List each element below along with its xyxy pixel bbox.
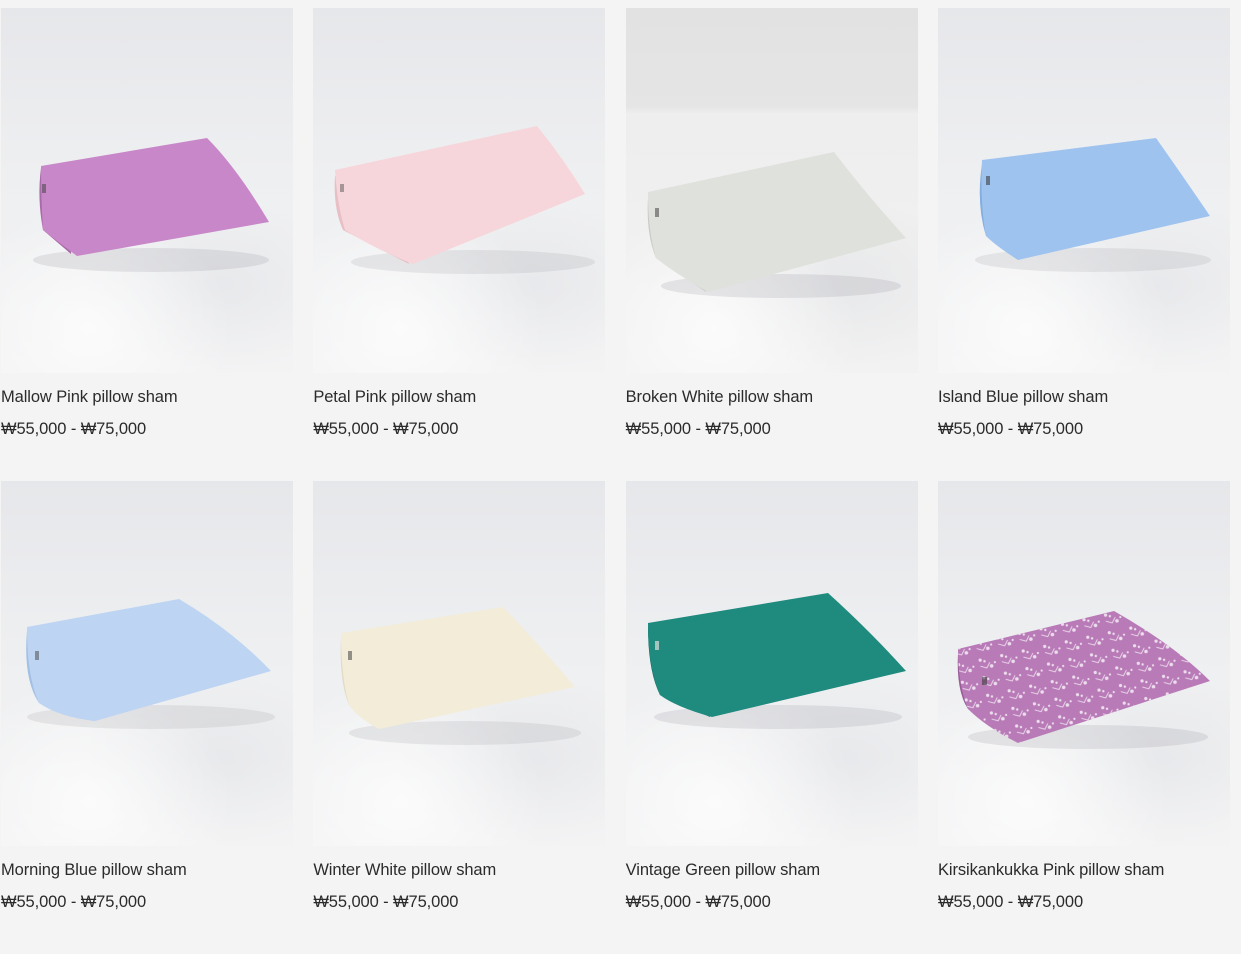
- product-card[interactable]: Morning Blue pillow sham ₩55,000 - ₩75,0…: [1, 481, 293, 954]
- product-image[interactable]: [313, 8, 606, 373]
- product-price: ₩55,000 - ₩75,000: [313, 420, 459, 438]
- pillow-illustration: [974, 138, 1211, 272]
- product-name[interactable]: Mallow Pink pillow sham: [1, 387, 293, 407]
- product-price: ₩55,000 - ₩75,000: [1, 420, 147, 438]
- product-image[interactable]: [625, 8, 918, 373]
- product-card[interactable]: Petal Pink pillow sham ₩55,000 - ₩75,000: [313, 8, 606, 481]
- pillow-illustration: [340, 607, 582, 745]
- pillow-illustration: [647, 152, 906, 298]
- product-name[interactable]: Broken White pillow sham: [626, 387, 918, 407]
- product-image[interactable]: [937, 8, 1230, 373]
- pillow-illustration: [957, 611, 1210, 749]
- product-card[interactable]: Vintage Green pillow sham ₩55,000 - ₩75,…: [625, 481, 918, 954]
- product-image[interactable]: [937, 481, 1230, 846]
- product-grid: Mallow Pink pillow sham ₩55,000 - ₩75,00…: [1, 8, 1230, 954]
- product-price: ₩55,000 - ₩75,000: [937, 893, 1084, 911]
- product-name[interactable]: Island Blue pillow sham: [938, 387, 1230, 407]
- product-card[interactable]: Mallow Pink pillow sham ₩55,000 - ₩75,00…: [1, 8, 293, 481]
- product-card[interactable]: Winter White pillow sham ₩55,000 - ₩75,0…: [313, 481, 606, 954]
- product-card[interactable]: Kirsikankukka Pink pillow sham ₩55,000 -…: [937, 481, 1230, 954]
- product-price: ₩55,000 - ₩75,000: [313, 893, 459, 911]
- product-price: ₩55,000 - ₩75,000: [937, 420, 1084, 438]
- product-name[interactable]: Morning Blue pillow sham: [1, 860, 293, 880]
- product-image[interactable]: [1, 8, 293, 373]
- product-name[interactable]: Petal Pink pillow sham: [313, 387, 605, 407]
- product-image[interactable]: [313, 481, 606, 846]
- product-price: ₩55,000 - ₩75,000: [625, 893, 771, 911]
- product-price: ₩55,000 - ₩75,000: [625, 420, 771, 438]
- pillow-illustration: [647, 593, 906, 729]
- product-price: ₩55,000 - ₩75,000: [1, 893, 147, 911]
- product-card[interactable]: Broken White pillow sham ₩55,000 - ₩75,0…: [625, 8, 918, 481]
- product-name[interactable]: Vintage Green pillow sham: [626, 860, 918, 880]
- pillow-illustration: [26, 599, 275, 729]
- pillow-illustration: [334, 126, 596, 274]
- pillow-illustration: [33, 138, 269, 272]
- product-name[interactable]: Winter White pillow sham: [313, 860, 605, 880]
- product-card[interactable]: Island Blue pillow sham ₩55,000 - ₩75,00…: [937, 8, 1230, 481]
- product-image[interactable]: [1, 481, 293, 846]
- product-image[interactable]: [625, 481, 918, 846]
- product-name[interactable]: Kirsikankukka Pink pillow sham: [938, 860, 1230, 880]
